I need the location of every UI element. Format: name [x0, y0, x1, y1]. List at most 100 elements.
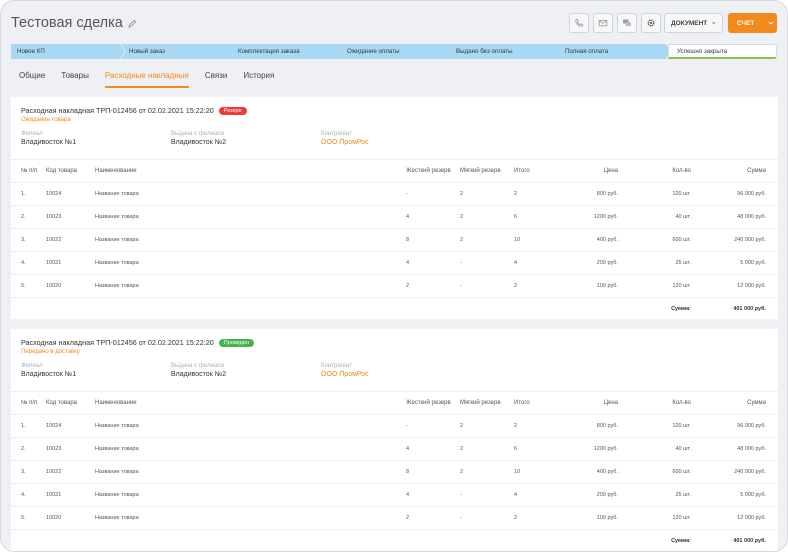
- field-label: Выдача с филиала: [171, 131, 225, 137]
- tab-invoices[interactable]: Расходные накладные: [104, 71, 190, 88]
- col-sum-cell: 48 000 руб.: [737, 446, 766, 452]
- col-sum-cell: 240 000 руб.: [734, 237, 766, 243]
- col-name-cell: Название товара: [95, 191, 139, 197]
- col-code-cell: 10022: [46, 469, 62, 475]
- col-number-cell: 5.: [21, 283, 26, 289]
- invoice-title[interactable]: Расходная накладная ТРП-012456 от 02.02.…: [21, 106, 214, 115]
- col-total-cell: 4: [514, 260, 518, 266]
- col-price-cell: 1200 руб.: [593, 446, 618, 452]
- stage-label: Выдано без оплаты: [456, 48, 513, 55]
- col-quantity-header[interactable]: Кол-во: [641, 160, 691, 182]
- col-hard-reserve-cell: 2: [406, 283, 410, 289]
- chat-bubbles-icon: [623, 19, 631, 26]
- col-name-cell: Название товара: [95, 214, 139, 220]
- email-button[interactable]: [593, 13, 613, 33]
- field-issue-branch: Выдача с филиала Владивосток №2: [171, 363, 226, 378]
- field-value: Владивосток №1: [21, 371, 77, 378]
- invoice-title[interactable]: Расходная накладная ТРП-012456 от 02.02.…: [21, 338, 214, 347]
- chevron-down-icon: [712, 22, 716, 24]
- col-total-cell: 10: [514, 237, 521, 243]
- col-quantity-header[interactable]: Кол-во: [641, 392, 691, 414]
- col-price-header[interactable]: Цена: [571, 160, 618, 182]
- col-price-cell: 100 руб.: [596, 515, 618, 521]
- stage-closed-success[interactable]: Успешно закрыта: [668, 44, 777, 59]
- col-quantity-cell: 120 шт.: [672, 515, 691, 521]
- col-name-header[interactable]: Наименование: [95, 160, 295, 182]
- stage-label: Новое КП: [17, 48, 45, 55]
- col-sum-cell: 240 000 руб.: [734, 469, 766, 475]
- col-number-cell: 4.: [21, 260, 26, 266]
- stage-label: Комплектация заказа: [238, 48, 300, 55]
- table-row[interactable]: 1. 10024 Название товара - 2 2 800 руб. 120 шт.…: [11, 414, 778, 437]
- field-value[interactable]: ООО ПромРос: [321, 371, 369, 378]
- col-hard-reserve-header[interactable]: Жесткий резерв: [406, 392, 458, 414]
- col-code-header[interactable]: Код товара: [46, 160, 96, 182]
- stage-issued-unpaid[interactable]: Выдано без оплаты: [448, 44, 562, 59]
- col-total-cell: 2: [514, 423, 518, 429]
- col-hard-reserve-cell: 4: [406, 214, 410, 220]
- table-row[interactable]: 2. 10023 Название товара 4 2 6 1200 руб. 40 шт.…: [11, 437, 778, 460]
- tab-links[interactable]: Связи: [205, 71, 227, 86]
- col-hard-reserve-cell: 2: [406, 515, 410, 521]
- table-row[interactable]: 3. 10022 Название товара 8 2 10 400 руб. 600 шт…: [11, 228, 778, 251]
- edit-pencil-icon[interactable]: [128, 19, 137, 28]
- call-button[interactable]: [569, 13, 589, 33]
- col-name-header[interactable]: Наименование: [95, 392, 295, 414]
- col-soft-reserve-header[interactable]: Мягкий резерв: [460, 392, 512, 414]
- chevron-down-icon: [768, 21, 774, 25]
- col-number-cell: 1.: [21, 423, 26, 429]
- table-row[interactable]: 5. 10020 Название товара 2 - 2 100 руб. 120 шт.…: [11, 274, 778, 297]
- col-hard-reserve-header[interactable]: Жесткий резерв: [406, 160, 458, 182]
- table-row[interactable]: 1. 10024 Название товара - 2 2 800 руб. 120 шт.…: [11, 182, 778, 205]
- bill-dropdown-toggle[interactable]: [762, 20, 780, 26]
- col-name-cell: Название товара: [95, 423, 139, 429]
- deal-window: Тестовая сделка ДОКУМЕНТ СЧЕТ Новое КП Н…: [0, 0, 788, 552]
- field-value[interactable]: ООО ПромРос: [321, 139, 369, 146]
- col-code-cell: 10021: [46, 260, 62, 266]
- col-sum-cell: 96 000 руб.: [737, 423, 766, 429]
- col-soft-reserve-header[interactable]: Мягкий резерв: [460, 160, 512, 182]
- col-number-header[interactable]: № п/п: [21, 160, 41, 182]
- col-sum-cell: 5 000 руб.: [740, 260, 766, 266]
- field-counterparty: Контрагент ООО ПромРос: [321, 363, 369, 378]
- col-number-cell: 4.: [21, 492, 26, 498]
- chat-button[interactable]: [617, 13, 637, 33]
- col-name-cell: Название товара: [95, 446, 139, 452]
- document-dropdown[interactable]: ДОКУМЕНТ: [664, 13, 723, 33]
- table-header-row: № п/п Код товара Наименование Жесткий резер…: [11, 391, 778, 414]
- total-label: Сумма:: [671, 538, 691, 544]
- col-total-header[interactable]: Итого: [514, 160, 554, 182]
- stage-order-picking[interactable]: Комплектация заказа: [230, 44, 344, 59]
- col-sum-header[interactable]: Сумма: [701, 392, 766, 414]
- tab-products[interactable]: Товары: [61, 71, 89, 86]
- stage-new-order[interactable]: Новый заказ: [121, 44, 235, 59]
- stage-awaiting-payment[interactable]: Ожидание оплаты: [339, 44, 453, 59]
- field-counterparty: Контрагент ООО ПромРос: [321, 131, 369, 146]
- col-soft-reserve-cell: 2: [460, 237, 464, 243]
- col-hard-reserve-cell: 4: [406, 260, 410, 266]
- invoice-header: Расходная накладная ТРП-012456 от 02.02.…: [21, 106, 247, 115]
- tab-history[interactable]: История: [243, 71, 274, 86]
- invoice-substatus: Передано в доставку: [21, 349, 80, 355]
- col-total-header[interactable]: Итого: [514, 392, 554, 414]
- field-value: Владивосток №1: [21, 139, 77, 146]
- col-total-cell: 10: [514, 469, 521, 475]
- col-price-header[interactable]: Цена: [571, 392, 618, 414]
- col-number-header[interactable]: № п/п: [21, 392, 41, 414]
- table-row[interactable]: 5. 10020 Название товара 2 - 2 100 руб. 120 шт.…: [11, 506, 778, 529]
- col-name-cell: Название товара: [95, 283, 139, 289]
- tab-general[interactable]: Общие: [19, 71, 45, 86]
- bill-button[interactable]: СЧЕТ: [728, 13, 777, 33]
- table-row[interactable]: 4. 10021 Название товара 4 - 4 200 руб. 25 шт. 5…: [11, 251, 778, 274]
- col-sum-cell: 12 000 руб.: [737, 283, 766, 289]
- stage-new-quote[interactable]: Новое КП: [11, 44, 125, 59]
- col-price-cell: 1200 руб.: [593, 214, 618, 220]
- table-row[interactable]: 2. 10023 Название товара 4 2 6 1200 руб. 40 шт.…: [11, 205, 778, 228]
- settings-button[interactable]: [641, 13, 661, 33]
- field-label: Филиал: [21, 131, 43, 137]
- stage-full-payment[interactable]: Полная оплата: [557, 44, 671, 59]
- col-code-header[interactable]: Код товара: [46, 392, 96, 414]
- col-sum-header[interactable]: Сумма: [701, 160, 766, 182]
- table-row[interactable]: 4. 10021 Название товара 4 - 4 200 руб. 25 шт. 5…: [11, 483, 778, 506]
- table-row[interactable]: 3. 10022 Название товара 8 2 10 400 руб. 600 шт…: [11, 460, 778, 483]
